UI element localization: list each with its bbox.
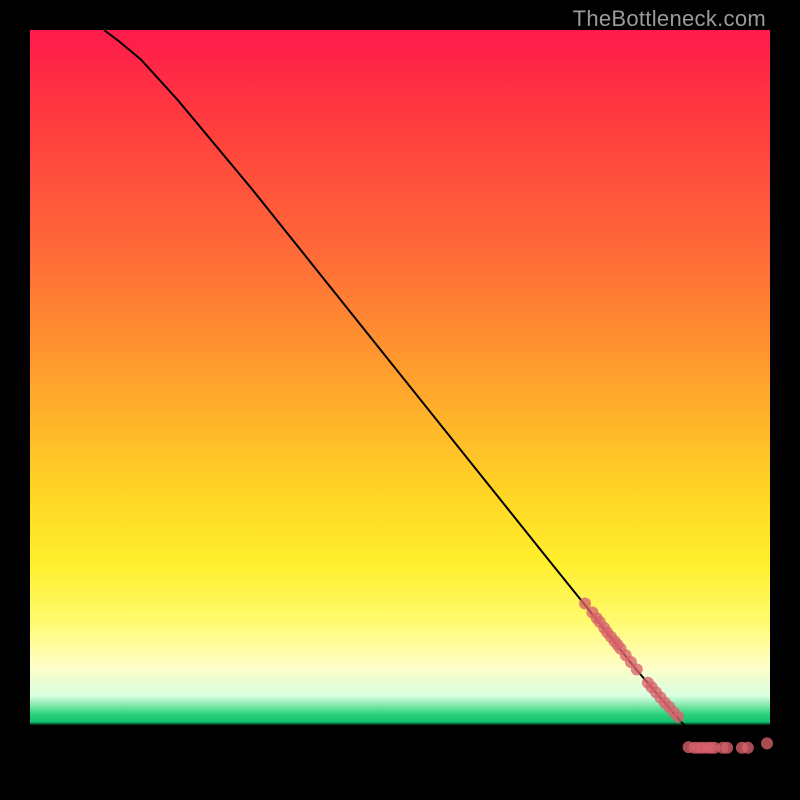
- data-point: [721, 742, 733, 754]
- scatter-dots: [579, 598, 773, 754]
- watermark-label: TheBottleneck.com: [573, 6, 766, 32]
- chart-svg: [30, 30, 770, 770]
- plot-area: [30, 30, 770, 770]
- bottleneck-curve: [104, 30, 770, 748]
- data-point: [672, 711, 684, 723]
- data-point: [742, 742, 754, 754]
- data-point: [631, 663, 643, 675]
- chart-frame: TheBottleneck.com: [0, 0, 800, 800]
- data-point: [761, 737, 773, 749]
